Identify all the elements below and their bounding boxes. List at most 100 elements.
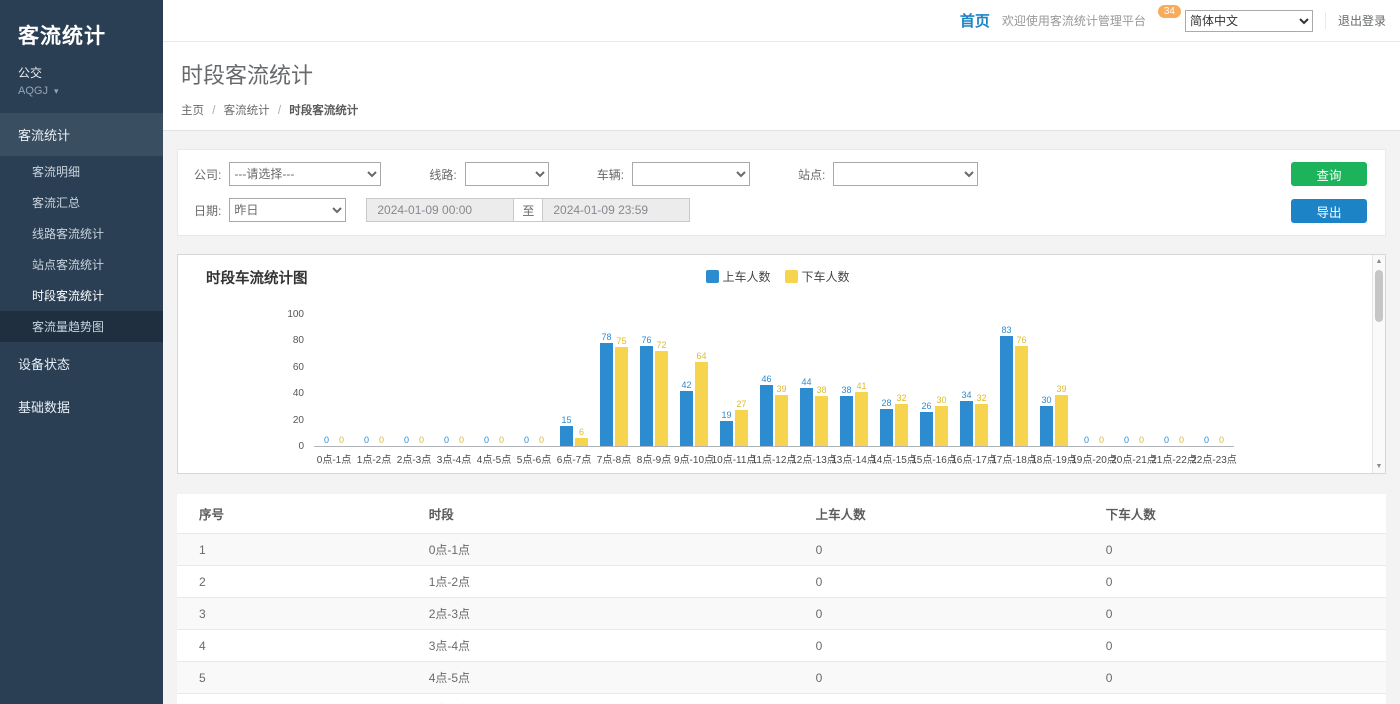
vehicle-select[interactable] (632, 162, 750, 186)
y-axis-label: 60 (293, 362, 304, 373)
table-row: 43点-4点00 (177, 630, 1386, 662)
user-menu[interactable]: AQGJ ▾ (0, 83, 163, 113)
bar: 34 (960, 401, 973, 446)
table-cell: 0 (794, 694, 1084, 704)
date-range-separator: 至 (514, 198, 542, 222)
station-select[interactable] (833, 162, 978, 186)
x-axis-label: 1点-2点 (357, 451, 391, 466)
export-button[interactable]: 导出 (1291, 199, 1367, 223)
bar-group: 42649点-10点 (674, 314, 714, 446)
bar: 26 (920, 412, 933, 446)
sidebar-subitem[interactable]: 客流量趋势图 (0, 311, 163, 342)
bar-group: 303918点-19点 (1034, 314, 1074, 446)
table-cell: 0 (794, 598, 1084, 630)
scroll-up-icon[interactable]: ▲ (1373, 258, 1385, 265)
bar-value-label: 0 (1164, 435, 1169, 445)
legend-item[interactable]: 下车人数 (785, 268, 850, 285)
x-axis-label: 14点-15点 (871, 451, 917, 466)
bar-group: 343216点-17点 (954, 314, 994, 446)
table-cell: 0 (1084, 694, 1386, 704)
breadcrumb: 主页 / 客流统计 / 时段客流统计 (181, 102, 1382, 118)
welcome-text: 欢迎使用客流统计管理平台 (1002, 12, 1146, 29)
bar: 72 (655, 351, 668, 446)
bar-group: 002点-3点 (394, 314, 434, 446)
legend-item[interactable]: 上车人数 (705, 268, 770, 285)
bar-group: 463911点-12点 (754, 314, 794, 446)
bar-group: 283214点-15点 (874, 314, 914, 446)
sidebar-item[interactable]: 基础数据 (0, 385, 163, 428)
bar: 32 (975, 404, 988, 446)
bar-value-label: 0 (444, 435, 449, 445)
table-cell: 0 (794, 534, 1084, 566)
bar: 83 (1000, 336, 1013, 446)
bar-value-label: 26 (921, 401, 931, 411)
x-axis-label: 9点-10点 (674, 451, 714, 466)
start-date-input[interactable] (366, 198, 514, 222)
end-date-input[interactable] (542, 198, 690, 222)
sidebar-menu: 客流统计客流明细客流汇总线路客流统计站点客流统计时段客流统计客流量趋势图设备状态… (0, 113, 163, 428)
bar-value-label: 0 (484, 435, 489, 445)
x-axis-label: 7点-8点 (597, 451, 631, 466)
bar-value-label: 39 (776, 384, 786, 394)
bar-value-label: 42 (681, 380, 691, 390)
date-preset-select[interactable]: 昨日 (229, 198, 346, 222)
x-axis-label: 17点-18点 (991, 451, 1037, 466)
table-cell: 0 (1084, 630, 1386, 662)
sidebar: 客流统计 公交 AQGJ ▾ 客流统计客流明细客流汇总线路客流统计站点客流统计时… (0, 0, 163, 704)
table-cell: 0 (1084, 566, 1386, 598)
table-cell: 1 (177, 534, 407, 566)
notification-badge[interactable]: 34 (1158, 5, 1181, 18)
table-row: 65点-6点00 (177, 694, 1386, 704)
page-title: 时段客流统计 (181, 58, 1382, 90)
user-name: AQGJ (18, 85, 48, 97)
sidebar-subitem[interactable]: 客流明细 (0, 156, 163, 187)
table-cell: 0 (794, 630, 1084, 662)
sidebar-item[interactable]: 客流统计 (0, 113, 163, 156)
table-cell: 3 (177, 598, 407, 630)
x-axis-label: 6点-7点 (557, 451, 591, 466)
scrollbar-thumb[interactable] (1375, 270, 1383, 322)
query-button[interactable]: 查询 (1291, 162, 1367, 186)
sidebar-subitem[interactable]: 时段客流统计 (0, 280, 163, 311)
table-body: 10点-1点0021点-2点0032点-3点0043点-4点0054点-5点00… (177, 534, 1386, 704)
breadcrumb-current: 时段客流统计 (289, 105, 358, 117)
chart-scrollbar[interactable]: ▲ ▼ (1372, 255, 1385, 473)
bar: 39 (1055, 395, 1068, 446)
x-axis-label: 21点-22点 (1151, 451, 1197, 466)
scroll-down-icon[interactable]: ▼ (1373, 463, 1385, 470)
chart-header: 时段车流统计图 上车人数下车人数 (194, 267, 1361, 293)
bar-group: 837617点-18点 (994, 314, 1034, 446)
sidebar-subitem[interactable]: 客流汇总 (0, 187, 163, 218)
sidebar-subitem[interactable]: 站点客流统计 (0, 249, 163, 280)
x-axis-label: 16点-17点 (951, 451, 997, 466)
bar-group: 003点-4点 (434, 314, 474, 446)
bar-value-label: 0 (379, 435, 384, 445)
language-select[interactable]: 简体中文 (1185, 10, 1313, 32)
table-cell: 0 (1084, 662, 1386, 694)
table-cell: 2 (177, 566, 407, 598)
sidebar-item[interactable]: 设备状态 (0, 342, 163, 385)
bar: 41 (855, 392, 868, 446)
sidebar-subitem[interactable]: 线路客流统计 (0, 218, 163, 249)
bar-value-label: 0 (499, 435, 504, 445)
bar-value-label: 76 (641, 335, 651, 345)
table-cell: 4 (177, 630, 407, 662)
company-select[interactable]: ---请选择--- (229, 162, 381, 186)
table-cell: 2点-3点 (407, 598, 794, 630)
line-select[interactable] (465, 162, 549, 186)
logout-link[interactable]: 退出登录 (1325, 12, 1386, 29)
home-link[interactable]: 首页 (960, 10, 990, 31)
bar-value-label: 34 (961, 390, 971, 400)
date-label: 日期: (194, 202, 221, 219)
station-label: 站点: (798, 166, 825, 183)
table-cell: 0 (1084, 598, 1386, 630)
bar-group: 000点-1点 (314, 314, 354, 446)
bar-group: 384113点-14点 (834, 314, 874, 446)
chart-yaxis: 020406080100 (276, 315, 304, 447)
bar-group: 005点-6点 (514, 314, 554, 446)
bar-value-label: 0 (1219, 435, 1224, 445)
table-cell: 6 (177, 694, 407, 704)
y-axis-label: 20 (293, 415, 304, 426)
breadcrumb-home[interactable]: 主页 (181, 105, 204, 117)
breadcrumb-section[interactable]: 客流统计 (224, 105, 270, 117)
